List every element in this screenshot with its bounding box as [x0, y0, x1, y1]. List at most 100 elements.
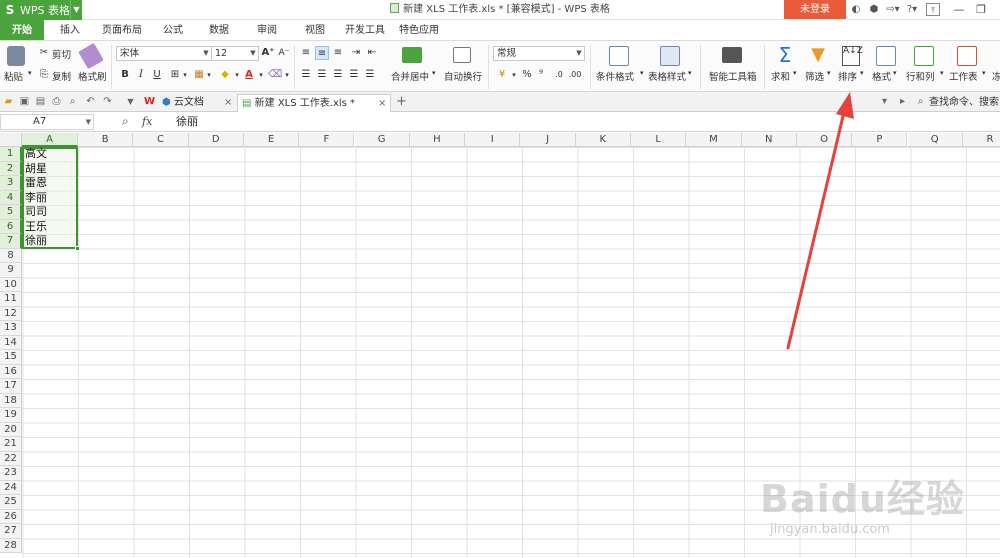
- increase-decimal-icon[interactable]: .0: [552, 68, 566, 82]
- chevron-down-icon[interactable]: ▾: [254, 68, 268, 82]
- decrease-font-icon[interactable]: A⁻: [277, 46, 291, 60]
- column-header-d[interactable]: D: [188, 133, 244, 147]
- font-name-select[interactable]: 宋体 ▼: [116, 46, 212, 61]
- underline-icon[interactable]: U: [150, 68, 164, 82]
- chevron-down-icon[interactable]: ▾: [860, 69, 864, 77]
- chevron-down-icon[interactable]: ▼: [70, 0, 82, 20]
- indent-icon[interactable]: ⇥: [349, 46, 363, 60]
- column-header-o[interactable]: O: [796, 133, 853, 147]
- percent-icon[interactable]: %: [520, 68, 534, 82]
- app-menu-button[interactable]: S WPS 表格 ▼: [0, 0, 82, 20]
- cell-a6[interactable]: 王乐: [25, 220, 47, 235]
- filter-icon[interactable]: ▼: [808, 44, 828, 65]
- table-style-button[interactable]: 表格样式: [648, 69, 686, 83]
- tab-insert[interactable]: 插入: [52, 20, 88, 40]
- row-header-8[interactable]: 8: [0, 248, 22, 263]
- cell-a5[interactable]: 司司: [25, 205, 47, 220]
- align-bottom-icon[interactable]: ≡: [331, 46, 345, 60]
- thousands-icon[interactable]: ⁹: [534, 68, 548, 82]
- row-header-3[interactable]: 3: [0, 176, 22, 191]
- close-icon[interactable]: ×: [224, 94, 232, 111]
- column-header-f[interactable]: F: [299, 133, 355, 147]
- chevron-down-icon[interactable]: ▾: [793, 69, 797, 77]
- row-header-2[interactable]: 2: [0, 161, 22, 176]
- save-icon[interactable]: ▣: [18, 95, 31, 108]
- cell-a1[interactable]: 高文: [25, 147, 47, 162]
- print-icon[interactable]: ⎙: [50, 95, 63, 108]
- row-header-23[interactable]: 23: [0, 466, 22, 481]
- column-header-j[interactable]: J: [520, 133, 576, 147]
- cut-button[interactable]: 剪切: [52, 47, 71, 61]
- chevron-down-icon[interactable]: ▼: [124, 95, 137, 108]
- share-icon[interactable]: ⇨▾: [884, 3, 902, 16]
- format-painter-button[interactable]: 格式刷: [78, 69, 107, 83]
- arrange-icon[interactable]: ▸: [896, 95, 909, 108]
- select-all-corner[interactable]: [0, 133, 22, 147]
- merge-center-icon[interactable]: [402, 47, 422, 63]
- worksheet-icon[interactable]: [957, 46, 977, 66]
- format-icon[interactable]: [876, 46, 896, 66]
- table-style-icon[interactable]: [660, 46, 680, 66]
- rows-cols-icon[interactable]: [914, 46, 934, 66]
- distributed-icon[interactable]: ☰: [363, 68, 377, 82]
- sum-icon[interactable]: Σ: [775, 43, 795, 67]
- close-icon[interactable]: ×: [378, 95, 386, 112]
- maximize-button[interactable]: ❐: [970, 0, 992, 20]
- row-header-24[interactable]: 24: [0, 480, 22, 495]
- row-header-13[interactable]: 13: [0, 321, 22, 336]
- bold-icon[interactable]: B: [118, 68, 132, 82]
- wrap-text-button[interactable]: 自动换行: [444, 69, 482, 83]
- row-header-20[interactable]: 20: [0, 422, 22, 437]
- format-painter-icon[interactable]: [78, 42, 104, 70]
- row-header-26[interactable]: 26: [0, 509, 22, 524]
- column-header-p[interactable]: P: [852, 133, 908, 147]
- open-icon[interactable]: ▰: [2, 95, 15, 108]
- tab-review[interactable]: 审阅: [250, 20, 284, 40]
- login-button[interactable]: 未登录: [784, 0, 846, 19]
- font-size-select[interactable]: 12 ▼: [211, 46, 259, 61]
- column-header-g[interactable]: G: [354, 133, 410, 147]
- column-header-l[interactable]: L: [631, 133, 687, 147]
- row-header-28[interactable]: 28: [0, 538, 22, 553]
- column-header-e[interactable]: E: [243, 133, 300, 147]
- row-header-9[interactable]: 9: [0, 263, 22, 278]
- chevron-down-icon[interactable]: ▾: [827, 69, 831, 77]
- row-header-12[interactable]: 12: [0, 306, 22, 321]
- new-tab-icon[interactable]: +: [395, 95, 408, 108]
- tab-cloud-docs[interactable]: ⬢ 云文档 ×: [162, 94, 236, 112]
- row-header-11[interactable]: 11: [0, 292, 22, 307]
- outdent-icon[interactable]: ⇤: [365, 46, 379, 60]
- row-header-25[interactable]: 25: [0, 495, 22, 510]
- merge-center-button[interactable]: 合并居中: [391, 69, 429, 83]
- chevron-down-icon[interactable]: ▾: [178, 68, 192, 82]
- rows-cols-button[interactable]: 行和列: [906, 69, 935, 83]
- conditional-format-icon[interactable]: [609, 46, 629, 66]
- italic-icon[interactable]: I: [134, 68, 148, 82]
- paste-icon[interactable]: [7, 46, 25, 66]
- row-header-5[interactable]: 5: [0, 205, 22, 220]
- chevron-down-icon[interactable]: ▾: [982, 69, 986, 77]
- tab-active-workbook[interactable]: ▤ 新建 XLS 工作表.xls * ×: [237, 94, 391, 112]
- column-header-h[interactable]: H: [409, 133, 466, 147]
- column-header-b[interactable]: B: [78, 133, 134, 147]
- redo-icon[interactable]: ↷: [101, 95, 114, 108]
- sort-icon[interactable]: A↓Z: [842, 46, 863, 66]
- sum-button[interactable]: 求和: [771, 69, 790, 83]
- worksheet-button[interactable]: 工作表: [949, 69, 978, 83]
- insert-function-icon[interactable]: fx: [142, 115, 152, 128]
- chevron-down-icon[interactable]: ▾: [640, 69, 644, 77]
- column-header-i[interactable]: I: [465, 133, 521, 147]
- skin-icon[interactable]: ◐: [850, 3, 862, 16]
- chevron-down-icon[interactable]: ▾: [688, 69, 692, 77]
- tab-data[interactable]: 数据: [202, 20, 236, 40]
- row-header-10[interactable]: 10: [0, 277, 22, 292]
- row-header-4[interactable]: 4: [0, 190, 22, 205]
- comment-icon[interactable]: ▾: [878, 95, 891, 108]
- cell-a4[interactable]: 李丽: [25, 191, 47, 206]
- wrap-text-icon[interactable]: [453, 47, 471, 63]
- cell-a7[interactable]: 徐丽: [25, 234, 47, 249]
- row-header-27[interactable]: 27: [0, 524, 22, 539]
- column-header-c[interactable]: C: [133, 133, 189, 147]
- row-header-1[interactable]: 1: [0, 147, 22, 162]
- preview-icon[interactable]: ⌕: [66, 95, 79, 108]
